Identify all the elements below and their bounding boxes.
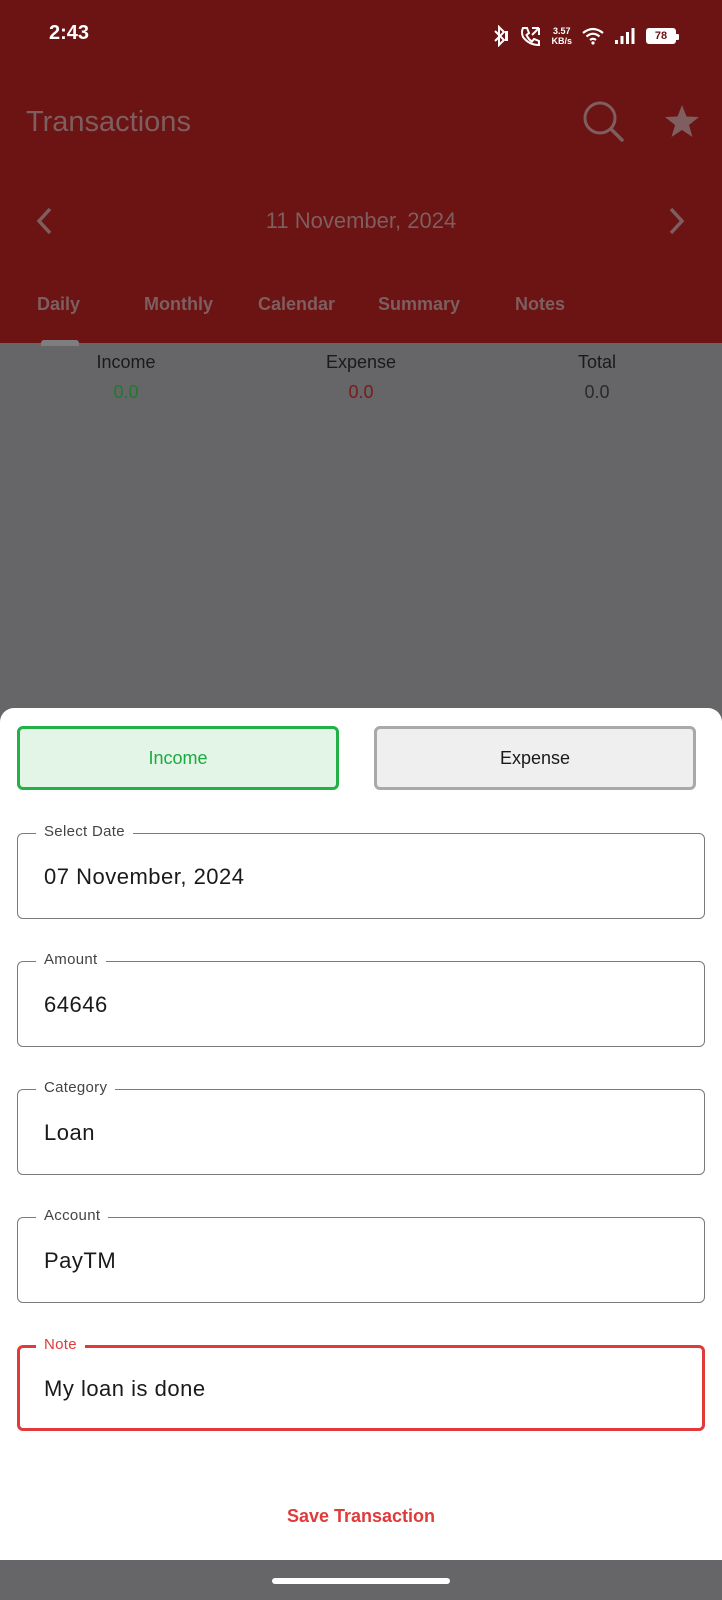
expense-value: 0.0 <box>348 382 374 402</box>
chevron-right-icon[interactable] <box>667 206 687 241</box>
income-value: 0.0 <box>113 382 139 402</box>
net-speed-value: 3.57 <box>552 26 571 36</box>
income-type-button[interactable]: Income <box>17 726 339 790</box>
tab-daily[interactable]: Daily <box>37 294 80 315</box>
tab-notes[interactable]: Notes <box>515 294 565 315</box>
date-field-value: 07 November, 2024 <box>44 864 245 889</box>
signal-icon <box>614 27 636 45</box>
wifi-icon <box>582 27 604 45</box>
tab-indicator <box>41 340 79 346</box>
account-field-value: PayTM <box>44 1248 117 1273</box>
category-field[interactable]: Category Loan <box>17 1079 705 1175</box>
status-icons: 3.57 KB/s 78 <box>491 20 679 52</box>
save-transaction-button[interactable]: Save Transaction <box>0 1506 722 1527</box>
tab-bar: Daily Monthly Calendar Summary Notes <box>0 284 722 343</box>
tab-calendar[interactable]: Calendar <box>258 294 335 315</box>
tab-monthly[interactable]: Monthly <box>144 294 213 315</box>
star-icon[interactable] <box>664 104 700 143</box>
amount-field-value: 64646 <box>44 992 108 1017</box>
note-field[interactable]: Note My loan is done <box>17 1336 705 1431</box>
total-label: Total <box>577 352 617 372</box>
net-speed-unit: KB/s <box>551 36 572 46</box>
account-field[interactable]: Account PayTM <box>17 1207 705 1303</box>
date-navigator: 11 November, 2024 <box>0 196 722 246</box>
expense-label: Expense <box>325 352 397 372</box>
call-icon <box>519 25 541 47</box>
status-bar: 2:43 3.57 KB/s 78 <box>0 0 722 72</box>
search-icon[interactable] <box>582 100 624 147</box>
app-header: 2:43 3.57 KB/s 78 Transactions 11 Novemb… <box>0 0 722 343</box>
expense-type-button[interactable]: Expense <box>374 726 696 790</box>
tab-summary[interactable]: Summary <box>378 294 460 315</box>
date-field-label: Select Date <box>36 823 133 840</box>
network-speed: 3.57 KB/s <box>551 26 572 46</box>
category-field-label: Category <box>36 1079 116 1096</box>
note-field-value: My loan is done <box>44 1376 206 1401</box>
amount-field-label: Amount <box>36 951 106 968</box>
current-date[interactable]: 11 November, 2024 <box>0 208 722 234</box>
bluetooth-icon <box>491 25 509 47</box>
status-time: 2:43 <box>49 22 90 44</box>
total-summary: Total 0.0 <box>497 352 697 403</box>
page-title: Transactions <box>26 106 191 138</box>
summary-row: Income 0.0 Expense 0.0 Total 0.0 <box>0 352 722 412</box>
income-summary: Income 0.0 <box>26 352 226 403</box>
income-label: Income <box>96 352 156 372</box>
battery-icon: 78 <box>646 28 679 44</box>
home-indicator[interactable] <box>272 1578 450 1584</box>
note-field-label: Note <box>36 1336 85 1353</box>
category-field-value: Loan <box>44 1120 95 1145</box>
total-value: 0.0 <box>584 382 610 402</box>
date-field[interactable]: Select Date 07 November, 2024 <box>17 823 705 919</box>
account-field-label: Account <box>36 1207 109 1224</box>
amount-field[interactable]: Amount 64646 <box>17 951 705 1047</box>
expense-summary: Expense 0.0 <box>261 352 461 403</box>
add-transaction-sheet: Income Expense Select Date 07 November, … <box>0 708 722 1560</box>
